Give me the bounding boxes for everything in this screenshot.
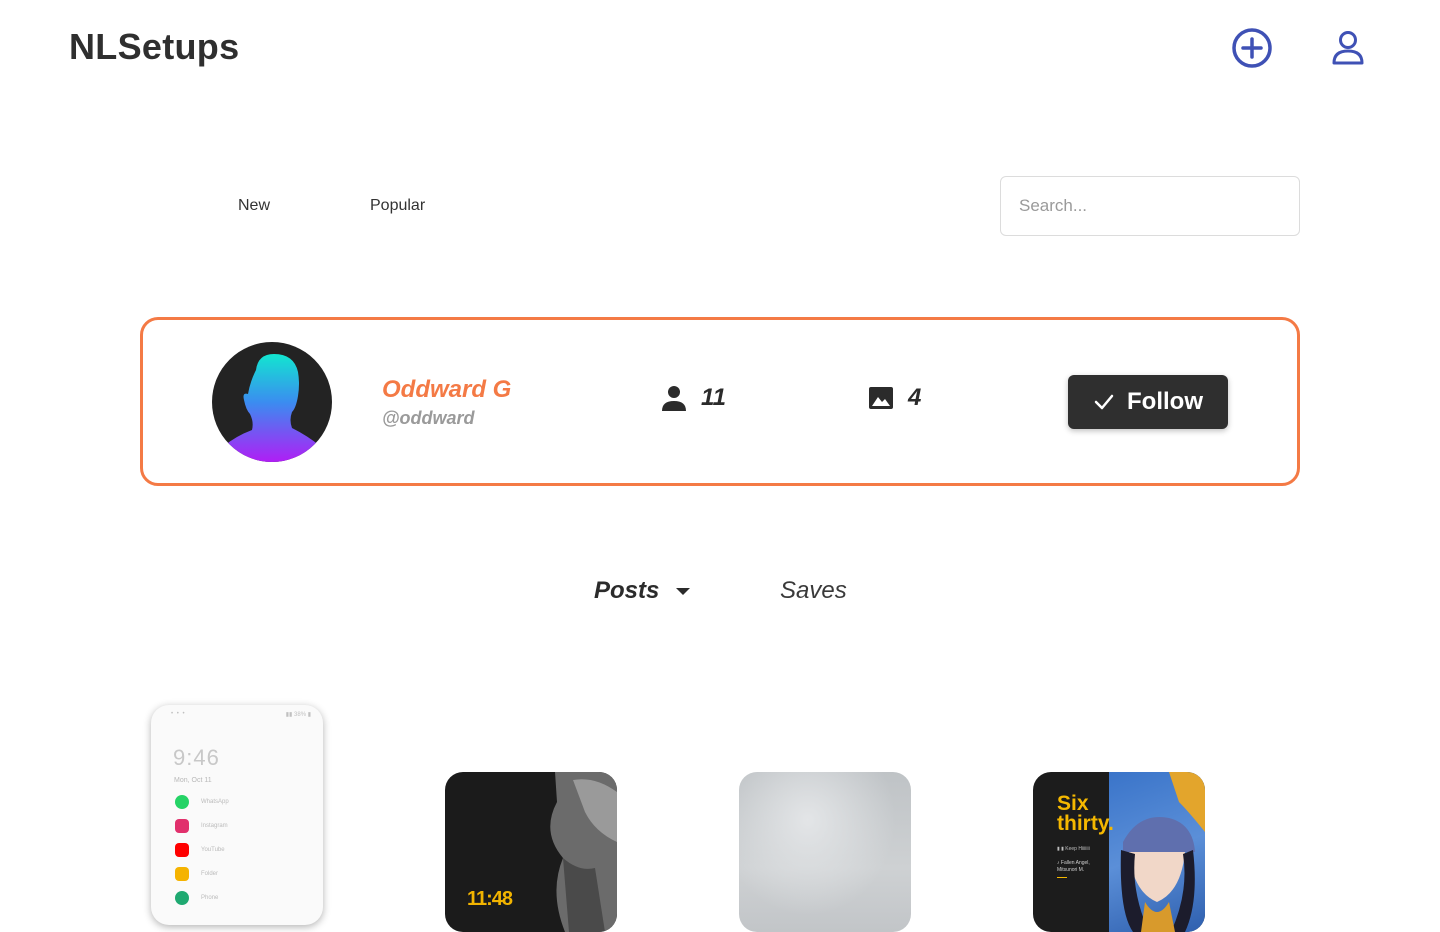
post-card[interactable]: Six thirty. ▮ ▮ Keep Hiiiiiii ♪ Fallen A… xyxy=(1033,772,1205,932)
youtube-icon xyxy=(175,843,189,857)
account-button[interactable] xyxy=(1326,26,1370,70)
post-meta: ▮ ▮ Keep Hiiiiiii xyxy=(1057,846,1090,852)
post-app-row: Phone xyxy=(175,891,218,905)
image-icon xyxy=(869,387,893,409)
sort-new-link[interactable]: New xyxy=(238,197,270,215)
followers-stat: 11 xyxy=(661,384,726,412)
check-icon xyxy=(1094,394,1114,410)
post-title: Six thirty. xyxy=(1057,792,1114,835)
instagram-icon xyxy=(175,819,189,833)
post-app-label: Phone xyxy=(201,895,219,901)
sort-popular-link[interactable]: Popular xyxy=(370,197,425,215)
avatar-silhouette xyxy=(224,354,320,462)
post-song-line: ♪ Fallen Angel, xyxy=(1057,860,1090,866)
post-song: ♪ Fallen Angel, Mitsunori M. xyxy=(1057,860,1090,878)
posts-count: 4 xyxy=(908,384,922,411)
post-app-row: YouTube xyxy=(175,843,225,857)
post-app-label: WhatsApp xyxy=(201,799,229,805)
user-icon xyxy=(1332,31,1364,65)
brand-logo[interactable]: NLSetups xyxy=(69,26,239,68)
tab-saves[interactable]: Saves xyxy=(780,577,847,605)
post-image xyxy=(1109,772,1205,932)
post-app-row: WhatsApp xyxy=(175,795,229,809)
follow-button[interactable]: Follow xyxy=(1068,375,1228,429)
tab-posts[interactable]: Posts xyxy=(594,577,691,605)
post-card[interactable]: • • • ▮▮ 38% ▮ 9:46 Mon, Oct 11 WhatsApp… xyxy=(151,705,323,925)
post-title-line: thirty xyxy=(1057,812,1108,835)
follow-label: Follow xyxy=(1127,388,1203,415)
profile-name[interactable]: Oddward G xyxy=(382,376,511,404)
profile-handle: @oddward xyxy=(382,408,475,428)
folder-icon xyxy=(175,867,189,881)
search-input[interactable] xyxy=(1000,176,1300,236)
profile-card: Oddward G @oddward 11 4 Follow xyxy=(140,317,1300,486)
post-status-right: ▮▮ 38% ▮ xyxy=(285,712,311,718)
plus-circle-icon xyxy=(1232,28,1272,68)
phone-icon xyxy=(175,891,189,905)
post-date: Mon, Oct 11 xyxy=(174,777,212,784)
posts-stat: 4 xyxy=(868,384,921,412)
post-app-label: Folder xyxy=(201,871,219,877)
post-status-left: • • • xyxy=(171,711,186,717)
post-app-label: YouTube xyxy=(201,847,225,853)
post-card[interactable]: 11:48 xyxy=(445,772,617,932)
add-post-button[interactable] xyxy=(1230,26,1274,70)
post-clock: 9:46 xyxy=(173,745,220,770)
post-title-line: Six xyxy=(1057,792,1089,815)
avatar xyxy=(212,342,332,462)
anime-character-illustration xyxy=(1120,772,1205,932)
caret-down-icon xyxy=(676,588,691,595)
post-app-row: Folder xyxy=(175,867,218,881)
post-app-label: Instagram xyxy=(201,823,228,829)
post-song-line: Mitsunori M. xyxy=(1057,867,1085,873)
post-progress xyxy=(1057,877,1067,878)
person-icon xyxy=(662,386,686,411)
post-title-dot: . xyxy=(1107,812,1114,835)
post-app-row: Instagram xyxy=(175,819,228,833)
post-card[interactable] xyxy=(739,772,911,932)
whatsapp-icon xyxy=(175,795,189,809)
post-image xyxy=(739,772,911,932)
followers-count: 11 xyxy=(701,384,726,411)
tab-posts-label: Posts xyxy=(594,577,660,604)
